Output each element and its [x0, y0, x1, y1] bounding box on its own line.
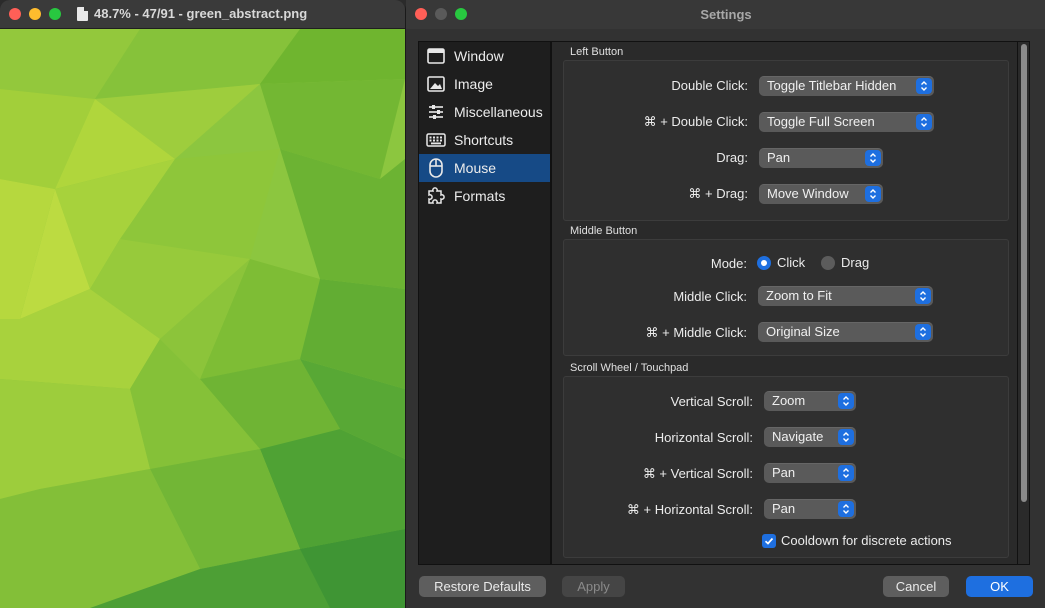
left-button-group: Double Click: Toggle Titlebar Hidden ⌘ +…: [563, 60, 1009, 221]
cmd-vertical-scroll-label: ⌘ + Vertical Scroll:: [642, 466, 753, 481]
mode-click-label: Click: [777, 255, 806, 270]
scrollbar-thumb[interactable]: [1021, 44, 1027, 502]
cmd-horizontal-scroll-label: ⌘ + Horizontal Scroll:: [626, 502, 753, 517]
image-canvas[interactable]: [0, 29, 405, 608]
middle-button-group: Mode: Click Drag Middle Click: Zoom to F…: [563, 239, 1009, 356]
settings-sidebar: Window Image Miscellaneous Shortcuts Mou…: [418, 41, 551, 565]
drag-label: Drag:: [716, 150, 748, 165]
cooldown-checkbox[interactable]: Cooldown for discrete actions: [762, 533, 952, 548]
mode-drag-label: Drag: [841, 255, 870, 270]
content-scrollbar[interactable]: [1018, 41, 1030, 565]
sidebar-item-miscellaneous[interactable]: Miscellaneous: [419, 98, 550, 126]
radio-unselected-icon: [821, 255, 835, 270]
double-click-label: Double Click:: [671, 78, 748, 93]
cmd-horizontal-scroll-select[interactable]: Pan: [764, 499, 856, 519]
sidebar-item-label: Miscellaneous: [454, 104, 543, 120]
chevron-updown-icon: [838, 465, 854, 481]
sidebar-item-label: Shortcuts: [454, 132, 514, 148]
vertical-scroll-label: Vertical Scroll:: [670, 394, 753, 409]
cmd-middle-click-value: Original Size: [766, 324, 840, 339]
cmd-horizontal-scroll-value: Pan: [772, 501, 796, 516]
double-click-select[interactable]: Toggle Titlebar Hidden: [759, 76, 934, 96]
viewer-titlebar[interactable]: 48.7% - 47/91 - green_abstract.png: [0, 0, 405, 29]
sidebar-item-label: Image: [454, 76, 493, 92]
middle-button-header: Middle Button: [570, 225, 638, 237]
mode-label: Mode:: [710, 256, 747, 271]
chevron-updown-icon: [865, 186, 881, 202]
drag-select[interactable]: Pan: [759, 148, 883, 168]
cmd-vertical-scroll-value: Pan: [772, 465, 796, 480]
settings-titlebar[interactable]: Settings: [406, 0, 1045, 29]
vertical-scroll-value: Zoom: [772, 393, 806, 408]
vertical-scroll-select[interactable]: Zoom: [764, 391, 856, 411]
close-window-button[interactable]: [9, 8, 21, 20]
horizontal-scroll-select[interactable]: Navigate: [764, 427, 856, 447]
sidebar-item-formats[interactable]: Formats: [419, 182, 550, 210]
chevron-updown-icon: [916, 78, 932, 94]
sliders-icon: [426, 102, 446, 122]
cmd-drag-label: ⌘ + Drag:: [688, 186, 748, 201]
document-icon: [77, 6, 88, 21]
image-viewer-window: 48.7% - 47/91 - green_abstract.png: [0, 0, 405, 608]
scroll-group: Vertical Scroll: Zoom Horizontal Scroll:…: [563, 376, 1009, 558]
keyboard-icon: [426, 130, 446, 150]
mouse-icon: [426, 158, 446, 178]
mode-drag-radio[interactable]: Drag: [821, 255, 869, 270]
restore-defaults-button[interactable]: Restore Defaults: [419, 576, 546, 597]
radio-selected-icon: [757, 255, 771, 270]
sidebar-item-label: Formats: [454, 188, 506, 204]
chevron-updown-icon: [838, 501, 854, 517]
cmd-drag-value: Move Window: [767, 186, 849, 201]
settings-title: Settings: [700, 7, 752, 22]
apply-button[interactable]: Apply: [562, 576, 625, 597]
sidebar-item-label: Mouse: [454, 160, 497, 176]
sidebar-item-image[interactable]: Image: [419, 70, 550, 98]
window-icon: [426, 46, 446, 66]
cancel-button[interactable]: Cancel: [883, 576, 949, 597]
chevron-updown-icon: [916, 114, 932, 130]
horizontal-scroll-value: Navigate: [772, 429, 824, 444]
mode-click-radio[interactable]: Click: [757, 255, 805, 270]
sidebar-item-shortcuts[interactable]: Shortcuts: [419, 126, 550, 154]
cmd-middle-click-select[interactable]: Original Size: [758, 322, 933, 342]
chevron-updown-icon: [915, 288, 931, 304]
cmd-middle-click-label: ⌘ + Middle Click:: [645, 325, 748, 340]
zoom-window-button[interactable]: [49, 8, 61, 20]
ok-button[interactable]: OK: [966, 576, 1033, 597]
mouse-settings-panel[interactable]: Left Button Double Click: Toggle Titleba…: [551, 41, 1018, 565]
puzzle-icon: [426, 186, 446, 206]
cooldown-label: Cooldown for discrete actions: [781, 533, 952, 548]
chevron-updown-icon: [915, 324, 931, 340]
cmd-vertical-scroll-select[interactable]: Pan: [764, 463, 856, 483]
chevron-updown-icon: [865, 150, 881, 166]
scroll-header: Scroll Wheel / Touchpad: [570, 362, 689, 374]
horizontal-scroll-label: Horizontal Scroll:: [654, 430, 753, 445]
cmd-double-click-value: Toggle Full Screen: [767, 114, 875, 129]
green-abstract-image: [0, 29, 405, 608]
viewer-title-text: 48.7% - 47/91 - green_abstract.png: [94, 6, 308, 21]
middle-click-select[interactable]: Zoom to Fit: [758, 286, 933, 306]
image-icon: [426, 74, 446, 94]
cmd-drag-select[interactable]: Move Window: [759, 184, 883, 204]
cmd-double-click-label: ⌘ + Double Click:: [643, 114, 748, 129]
chevron-updown-icon: [838, 429, 854, 445]
middle-click-label: Middle Click:: [673, 289, 747, 304]
left-button-header: Left Button: [570, 46, 624, 58]
checkmark-icon: [762, 533, 776, 548]
settings-window: Settings Window Image Miscellaneous Shor…: [405, 0, 1045, 608]
middle-click-value: Zoom to Fit: [766, 288, 832, 303]
viewer-title: 48.7% - 47/91 - green_abstract.png: [77, 6, 307, 21]
minimize-window-button[interactable]: [29, 8, 41, 20]
chevron-updown-icon: [838, 393, 854, 409]
cmd-double-click-select[interactable]: Toggle Full Screen: [759, 112, 934, 132]
sidebar-item-window[interactable]: Window: [419, 42, 550, 70]
drag-value: Pan: [767, 150, 791, 165]
double-click-value: Toggle Titlebar Hidden: [767, 78, 897, 93]
sidebar-item-mouse[interactable]: Mouse: [419, 154, 550, 182]
sidebar-item-label: Window: [454, 48, 504, 64]
